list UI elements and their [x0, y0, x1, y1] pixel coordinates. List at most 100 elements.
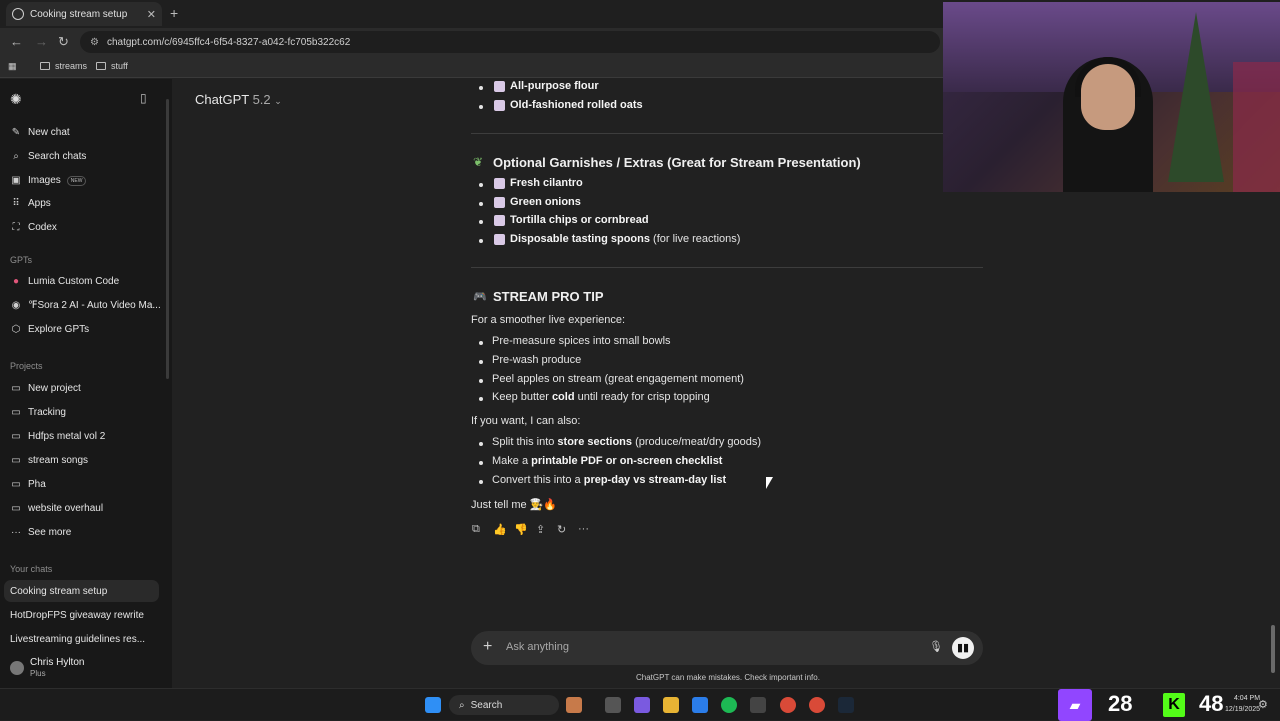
folder-icon: ▭ [11, 503, 21, 514]
sidebar-item-new-chat[interactable]: ✎ New chat [10, 127, 70, 138]
back-icon[interactable]: ← [10, 34, 23, 49]
copilot-icon[interactable] [634, 697, 650, 713]
sidebar-project-stream-songs[interactable]: ▭ stream songs [10, 455, 88, 466]
checkbox-icon [494, 81, 505, 92]
reload-icon[interactable]: ↻ [58, 34, 69, 50]
twitch-counter: 28 [1108, 691, 1133, 716]
chatgpt-favicon-icon [12, 8, 24, 20]
sidebar-item-search-chats[interactable]: ⌕ Search chats [10, 151, 86, 162]
sidebar-project-hdfps[interactable]: ▭ Hdfps metal vol 2 [10, 431, 105, 442]
voice-mode-icon[interactable]: ▮▮ [952, 637, 974, 659]
widget-icon[interactable] [566, 697, 582, 713]
thumbs-up-icon[interactable]: 👍 [493, 523, 507, 536]
sidebar-explore-gpts[interactable]: ⬡ Explore GPTs [10, 324, 90, 335]
copy-icon[interactable]: ⧉ [472, 523, 480, 536]
model-name: ChatGPT [195, 92, 249, 107]
chat-item-cooking[interactable]: Cooking stream setup [10, 586, 107, 597]
close-tab-icon[interactable]: ✕ [147, 8, 156, 21]
more-icon: ··· [11, 527, 21, 538]
system-clock[interactable]: 4:04 PM 12/19/2025 [1225, 693, 1260, 715]
projects-header: Projects [10, 361, 43, 371]
sidebar-project-website[interactable]: ▭ website overhaul [10, 503, 103, 514]
new-badge: NEW [66, 175, 87, 186]
kick-icon: K [1163, 693, 1185, 717]
url-text: chatgpt.com/c/6945ffc4-6f54-8327-a042-fc… [106, 36, 351, 48]
sidebar-see-more[interactable]: ··· See more [10, 527, 71, 538]
chat-item-hotdrop[interactable]: HotDropFPS giveaway rewrite [10, 610, 144, 621]
chrome-profile-icon[interactable] [809, 697, 825, 713]
new-folder-icon: ▭ [11, 383, 21, 394]
windows-start-icon[interactable] [425, 697, 441, 713]
sidebar-gpt-lumia[interactable]: ● Lumia Custom Code [10, 276, 119, 287]
sidebar-item-codex[interactable]: ⛶ Codex [10, 222, 57, 233]
bullet [479, 105, 483, 109]
regenerate-icon[interactable]: ↻ [557, 523, 566, 536]
sidebar-gpt-sora[interactable]: ◉ ℉Sora 2 AI - Auto Video Ma... [10, 300, 161, 311]
christmas-tree [1168, 12, 1224, 182]
search-icon: ⌕ [459, 699, 465, 711]
folder-icon: ▭ [11, 431, 21, 442]
chrome-icon[interactable] [780, 697, 796, 713]
mouse-cursor [766, 477, 773, 489]
sidebar-project-new[interactable]: ▭ New project [10, 383, 81, 394]
sidebar-item-images[interactable]: ▣ Images NEW [10, 175, 87, 186]
list-item: Fresh cilantro [510, 177, 583, 189]
site-info-icon[interactable]: ⚙ [90, 37, 99, 48]
more-options-icon[interactable]: ··· [578, 523, 589, 535]
prompt-input[interactable]: Ask anything [506, 641, 569, 653]
garnish-heading: Optional Garnishes / Extras (Great for S… [493, 155, 861, 170]
user-name[interactable]: Chris Hylton [30, 657, 84, 668]
divider [471, 133, 983, 134]
lumia-icon: ● [12, 276, 20, 287]
browser-tab[interactable]: Cooking stream setup ✕ [6, 2, 162, 26]
hwinfo-icon[interactable] [750, 697, 766, 713]
file-explorer-icon[interactable] [663, 697, 679, 713]
forward-icon[interactable]: → [35, 34, 48, 49]
taskbar: ⌕ Search ▰ 28 K 48 4:04 PM 12/19/2025 ⚙ [0, 688, 1280, 721]
bookmark-streams[interactable]: streams [40, 61, 87, 71]
sidebar-project-pha[interactable]: ▭ Pha [10, 479, 46, 490]
task-view-icon[interactable] [605, 697, 621, 713]
list-item: Disposable tasting spoons (for live reac… [510, 233, 741, 245]
avatar[interactable] [10, 661, 24, 675]
video-game-icon: 🎮 [473, 291, 487, 303]
tab-title: Cooking stream setup [30, 8, 128, 20]
disclaimer: ChatGPT can make mistakes. Check importa… [636, 673, 820, 682]
steam-icon[interactable] [838, 697, 854, 713]
share-icon[interactable]: ⇪ [536, 523, 545, 536]
notepad-icon[interactable] [692, 697, 708, 713]
checkbox-icon [494, 100, 505, 111]
spotify-icon[interactable] [721, 697, 737, 713]
list-item: Pre-wash produce [492, 354, 582, 366]
tip-intro: For a smoother live experience: [471, 314, 626, 326]
composer[interactable]: + Ask anything 🎙 ▮▮ [471, 631, 983, 665]
apps-icon: ⠿ [12, 198, 20, 209]
your-chats-header: Your chats [10, 564, 53, 574]
apps-grid-icon[interactable]: ▦ [8, 61, 17, 72]
main-scrollbar[interactable] [1271, 625, 1275, 673]
bookmark-stuff[interactable]: stuff [96, 61, 128, 71]
closing-line: Just tell me 👨‍🍳🔥 [471, 499, 558, 511]
openai-logo-icon[interactable]: ✺ [10, 91, 22, 108]
sidebar-item-apps[interactable]: ⠿ Apps [10, 198, 50, 209]
bullet [479, 480, 483, 484]
chat-item-livestreaming[interactable]: Livestreaming guidelines res... [10, 634, 145, 645]
ambient-light [1233, 62, 1280, 192]
url-field[interactable]: ⚙ chatgpt.com/c/6945ffc4-6f54-8327-a042-… [80, 31, 940, 53]
list-item: All-purpose flour [510, 80, 599, 92]
checkbox-icon [494, 178, 505, 189]
taskbar-search[interactable]: ⌕ Search [449, 695, 559, 715]
sidebar-scrollbar[interactable] [166, 99, 169, 379]
search-icon: ⌕ [13, 151, 19, 162]
list-item: Peel apples on stream (great engagement … [492, 373, 744, 385]
notification-icon[interactable]: ⚙ [1258, 698, 1268, 711]
list-item: Split this into store sections (produce/… [492, 436, 762, 448]
model-selector[interactable]: ChatGPT 5.2 ⌄ [195, 92, 282, 107]
thumbs-down-icon[interactable]: 👎 [514, 523, 528, 536]
attach-plus-icon[interactable]: + [483, 638, 492, 656]
sidebar-project-tracking[interactable]: ▭ Tracking [10, 407, 66, 418]
microphone-icon[interactable]: 🎙 [929, 640, 943, 653]
checkbox-icon [494, 215, 505, 226]
new-tab-icon[interactable]: + [170, 5, 178, 21]
toggle-sidebar-icon[interactable]: ▯ [140, 91, 147, 105]
